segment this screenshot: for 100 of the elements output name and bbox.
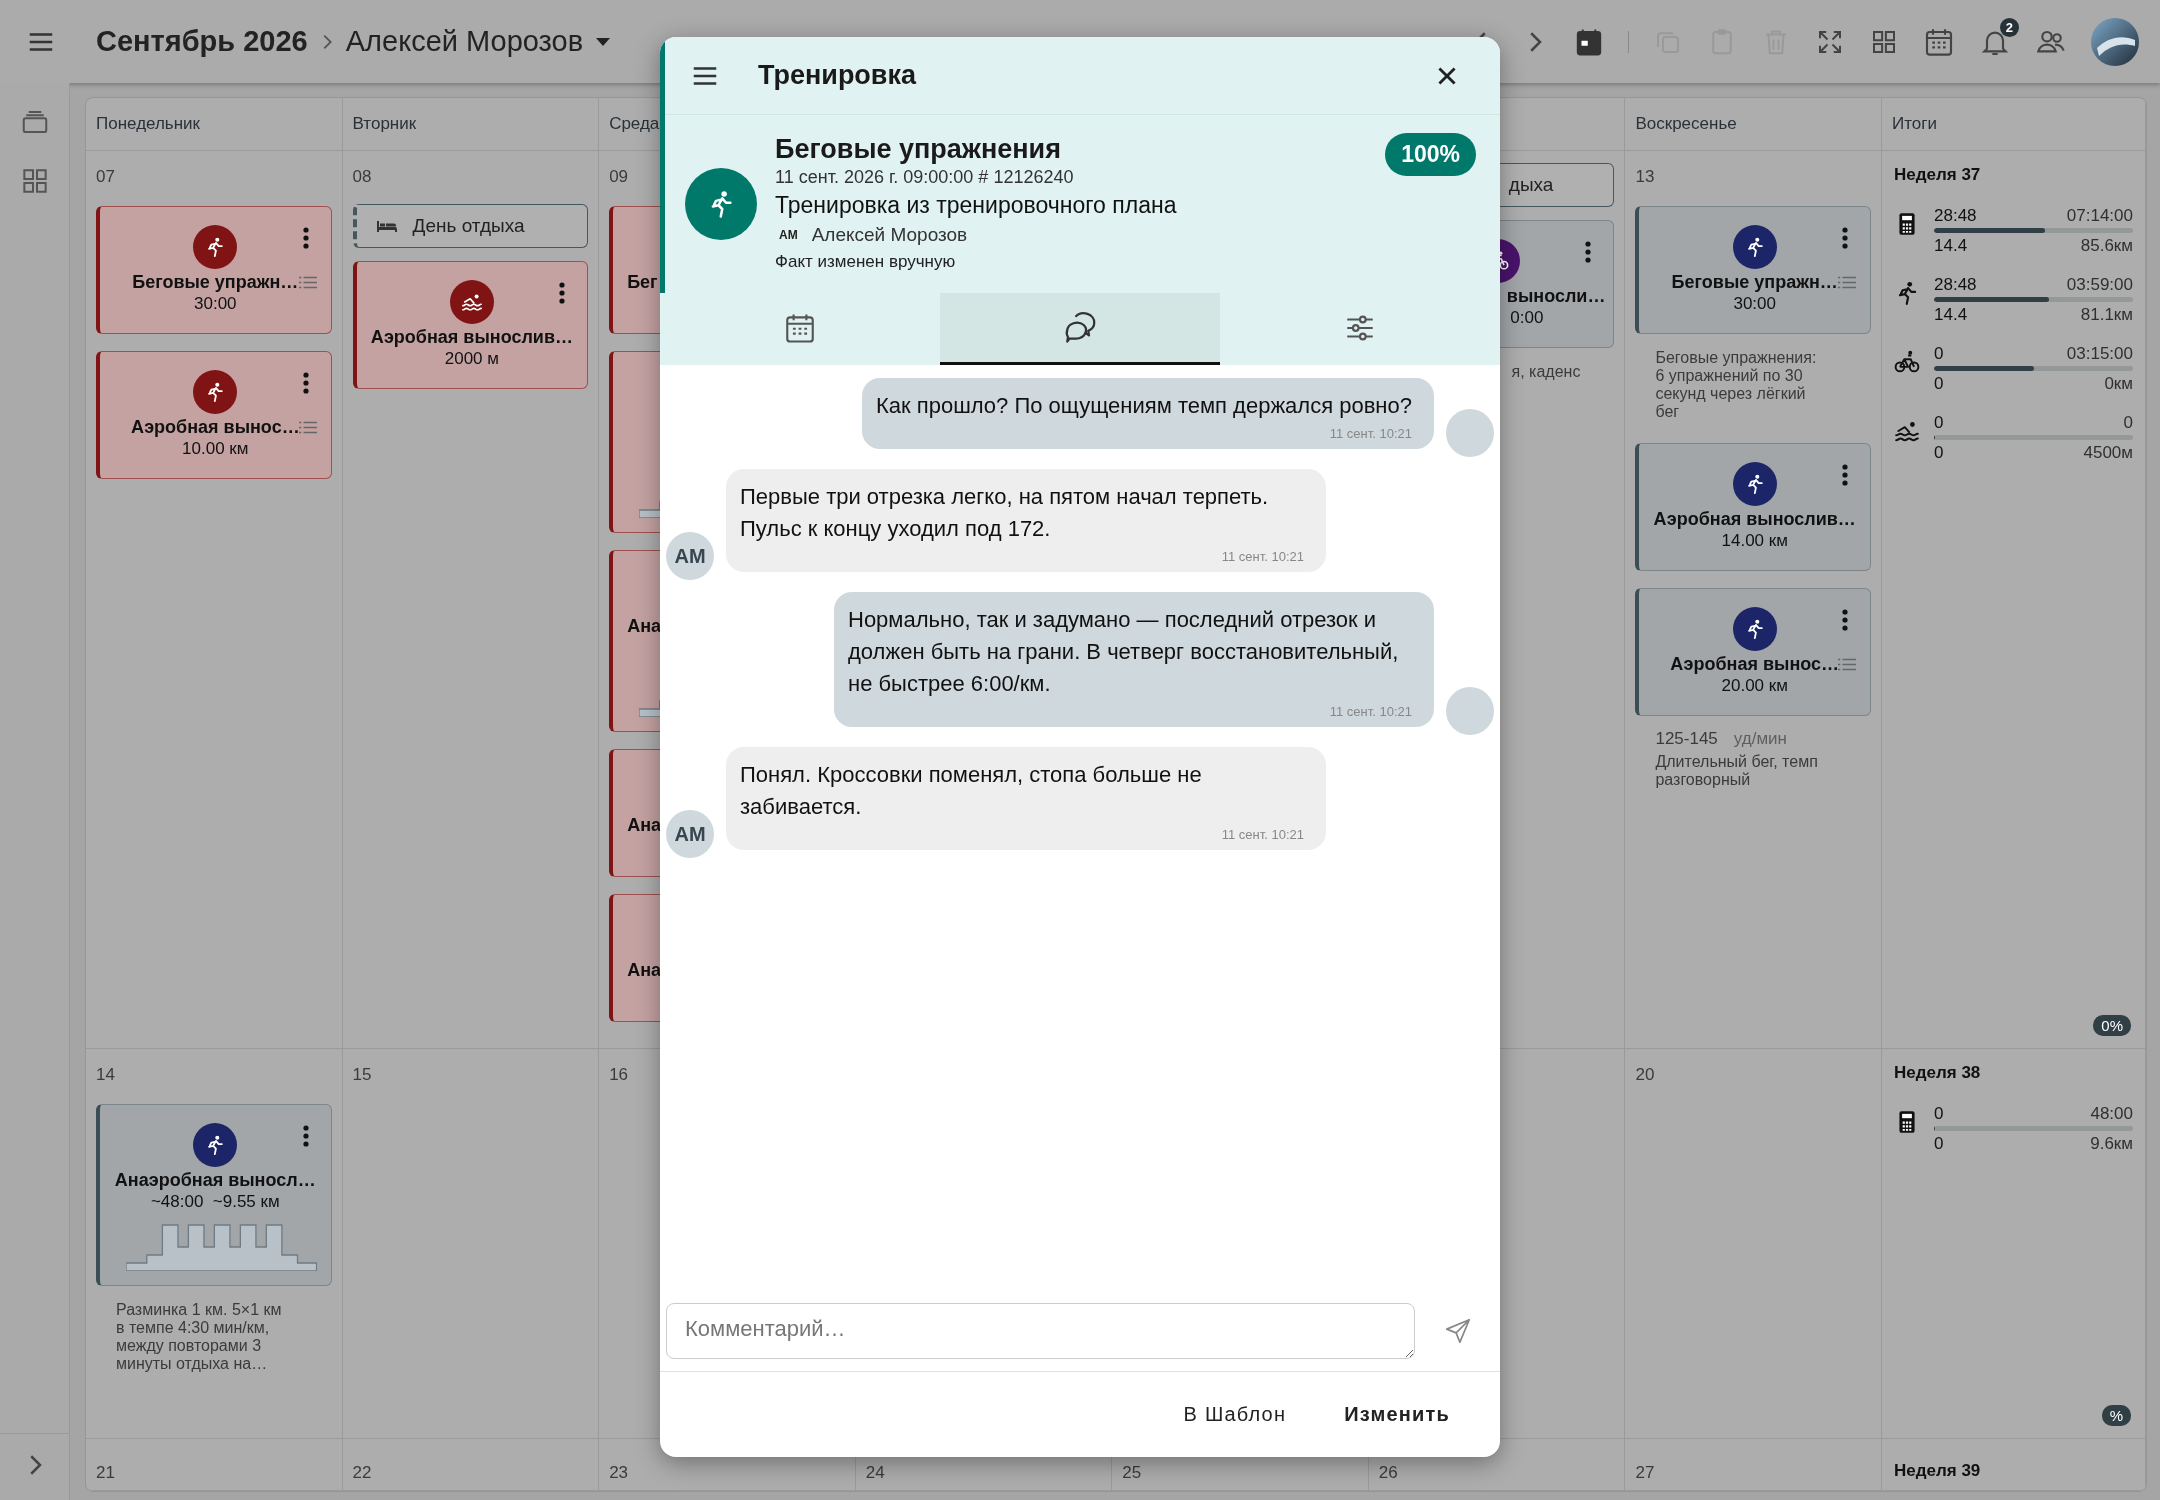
text-button[interactable]: В Шаблон	[1163, 1393, 1307, 1436]
week-title: Неделя 37	[1894, 165, 1982, 185]
column-header: Итоги	[1882, 98, 2146, 151]
workout-title: Ана	[627, 814, 662, 836]
stat-value: 0	[1934, 1103, 1945, 1124]
more-icon[interactable]	[1842, 227, 1848, 249]
runner-icon	[193, 225, 238, 269]
more-icon[interactable]	[559, 282, 566, 304]
stat-plan: 0	[2122, 412, 2133, 433]
stat-value: 0	[1934, 373, 1945, 394]
send-icon[interactable]	[1443, 1316, 1473, 1346]
day-number: 09	[609, 166, 629, 188]
stat-plan: 85.6км	[2079, 235, 2133, 256]
list-icon[interactable]	[1838, 658, 1856, 671]
comment-field[interactable]: Комментарий…	[666, 1303, 1415, 1359]
day-number: 08	[352, 166, 372, 188]
runner-icon	[685, 168, 757, 240]
stat-value: 0	[1934, 343, 1945, 364]
week-title: Неделя 38	[1894, 1063, 1982, 1083]
day-number: 26	[1378, 1462, 1398, 1484]
primary-button[interactable]: Изменить	[1324, 1393, 1470, 1436]
compliance-badge: 100%	[1385, 133, 1476, 176]
workout-volume: 30:00	[1733, 293, 1776, 315]
heart-rate-unit: уд/мин	[1733, 729, 1787, 749]
runner-icon	[1732, 462, 1777, 506]
stat-plan: 0км	[2103, 373, 2133, 394]
day-number: 16	[609, 1064, 629, 1086]
user-avatar[interactable]	[2091, 17, 2139, 66]
workout-description: Разминка 1 км. 5×1 км в темпе 4:30 мин/км, между повторами 3 минуты отдыха на…	[116, 1301, 283, 1373]
stat-plan: 81.1км	[2079, 304, 2133, 325]
more-icon[interactable]	[302, 227, 309, 249]
percent-badge: %	[2101, 1405, 2131, 1426]
day-number: 14	[96, 1064, 115, 1086]
workout-description: я, каденс	[1510, 363, 1581, 381]
stat-plan: 48:00	[2090, 1103, 2133, 1124]
stat-plan: 4500м	[2083, 442, 2133, 463]
workout-title: Ана	[627, 959, 662, 981]
more-icon[interactable]	[1842, 464, 1848, 486]
message-text: Понял. Кроссовки поменял, стопа больше не забивается.	[740, 761, 1203, 821]
stat-value: 14.4	[1934, 304, 1969, 325]
dialog-tab[interactable]	[940, 293, 1220, 365]
message-time: 11 сент. 10:21	[1221, 827, 1304, 842]
day-number: 13	[1635, 166, 1655, 188]
stat-value: 28:48	[1934, 205, 1978, 226]
workout-title: Бег	[627, 271, 658, 293]
more-icon[interactable]	[302, 1125, 309, 1147]
stat-value: 0	[1934, 442, 1945, 463]
workout-date: 11 сент. 2026 г. 09:00:00 # 12126240	[775, 166, 1075, 189]
workout-title: Аэробная вынослив…	[1653, 508, 1856, 530]
workout-note: Факт изменен вручную	[775, 251, 957, 273]
workout-volume: 2000 м	[444, 348, 499, 370]
workout-card[interactable]: Анаэробная выносл… ~48:00 ~9.55 км	[96, 1104, 332, 1286]
message-text: Как прошло? По ощущениям темп держался ровно?	[875, 392, 1412, 420]
workout-card[interactable]: Беговые упражн… 30:00	[1635, 206, 1871, 334]
stat-plan: 03:15:00	[2066, 343, 2133, 364]
column-header: Вторник	[342, 98, 600, 151]
runner-icon	[193, 370, 238, 414]
month-title: Сентябрь 2026	[96, 25, 308, 58]
runner-icon	[1732, 607, 1777, 651]
workout-title: Анаэробная выносл…	[114, 1169, 316, 1191]
day-number: 21	[96, 1462, 115, 1484]
list-icon[interactable]	[1838, 276, 1856, 289]
athlete-selector[interactable]: Алексей Морозов	[345, 25, 584, 58]
workout-card[interactable]: Аэробная вынос… 10.00 км	[96, 351, 332, 479]
runner-icon	[1732, 225, 1777, 269]
workout-volume: 20.00 км	[1721, 675, 1788, 697]
workout-card[interactable]: Аэробная вынослив… 2000 м	[352, 261, 589, 389]
column-header: Воскресенье	[1625, 98, 1882, 151]
workout-title: Беговые упражн…	[1671, 271, 1838, 293]
stat-value: 0	[1934, 1133, 1945, 1154]
list-icon[interactable]	[298, 421, 317, 434]
more-icon[interactable]	[1585, 241, 1592, 263]
list-icon[interactable]	[298, 276, 317, 289]
workout-card[interactable]: Беговые упражн… 30:00	[96, 206, 332, 334]
rest-day-chip[interactable]: День отдыха	[352, 204, 589, 248]
workout-title: Аэробная вынос…	[1670, 653, 1840, 675]
day-number: 22	[352, 1462, 372, 1484]
message-text: Нормально, так и задумано — последний отрезок и должен быть на грани. В четверг восстановительный, не быстрее 6:00/км.	[848, 606, 1400, 698]
message-time: 11 сент. 10:21	[1221, 549, 1304, 564]
workout-volume: 10.00 км	[182, 438, 249, 460]
percent-badge: 0%	[2093, 1015, 2131, 1036]
message-time: 11 сент. 10:21	[1329, 426, 1412, 441]
workout-title: выносли…	[1506, 285, 1607, 307]
workout-volume: 14.00 км	[1721, 530, 1788, 552]
more-icon[interactable]	[1842, 609, 1848, 631]
user-avatar: АМ	[666, 810, 714, 858]
athlete-initials: АМ	[778, 227, 798, 244]
workout-description: Беговые упражнения: 6 упражнений по 30 секунд через лёгкий бег	[1655, 349, 1818, 421]
workout-card[interactable]: Аэробная вынослив… 14.00 км	[1635, 443, 1871, 571]
day-number: 07	[96, 166, 115, 188]
day-number: 27	[1635, 1462, 1655, 1484]
stat-plan: 07:14:00	[2066, 205, 2133, 226]
stat-value: 0	[1934, 412, 1945, 433]
stat-plan: 9.6км	[2090, 1133, 2133, 1154]
heart-rate-range: 125-145	[1655, 729, 1718, 749]
stat-plan: 03:59:00	[2066, 274, 2133, 295]
user-avatar: АМ	[666, 532, 714, 580]
more-icon[interactable]	[302, 372, 309, 394]
workout-card[interactable]: Аэробная вынос… 20.00 км	[1635, 588, 1871, 716]
day-number: 23	[609, 1462, 629, 1484]
